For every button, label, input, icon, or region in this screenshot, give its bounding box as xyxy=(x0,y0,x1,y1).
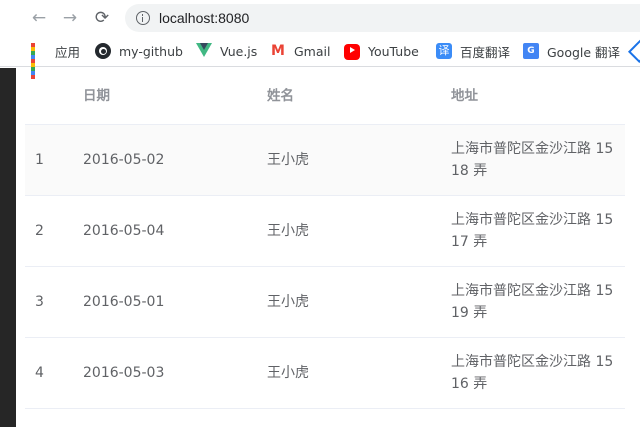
bookmarks-bar: 应用 my-github Vue.js M Gmail YouTube 译 百度… xyxy=(0,36,640,79)
cell-date: 2016-05-02 xyxy=(83,152,165,168)
url-text[interactable]: localhost:8080 xyxy=(159,4,249,32)
cell-index: 2 xyxy=(35,223,44,239)
bookmark-my-github[interactable]: my-github xyxy=(95,41,183,61)
bookmark-apps[interactable]: 应用 xyxy=(31,41,81,79)
browser-toolbar: ← → ⟳ localhost:8080 xyxy=(0,0,640,36)
back-arrow-icon[interactable]: ← xyxy=(27,6,51,30)
table-header-row: 日期 姓名 地址 xyxy=(25,68,625,125)
google-translate-icon: G xyxy=(523,43,539,59)
cell-index: 4 xyxy=(35,365,44,381)
bookmark-label: 应用 xyxy=(55,44,81,60)
info-icon[interactable] xyxy=(136,11,150,25)
bookmark-youtube[interactable]: YouTube xyxy=(344,41,419,61)
cell-address: 上海市普陀区金沙江路 1517 弄 xyxy=(451,212,614,250)
header-address: 地址 xyxy=(451,88,478,104)
bookmark-label: Vue.js xyxy=(220,43,258,59)
header-name: 姓名 xyxy=(267,88,294,104)
cell-name: 王小虎 xyxy=(267,223,309,239)
bookmark-label: YouTube xyxy=(368,43,419,59)
cell-address: 上海市普陀区金沙江路 1519 弄 xyxy=(451,283,614,321)
youtube-icon xyxy=(344,44,360,60)
cell-index: 1 xyxy=(35,152,44,168)
bookmark-label: 百度翻译 xyxy=(460,44,511,60)
bookmark-label: my-github xyxy=(119,43,183,59)
side-panel-edge xyxy=(0,68,16,427)
bookmark-label: Google 翻译 xyxy=(547,44,621,60)
cell-name: 王小虎 xyxy=(267,365,309,381)
baidu-translate-icon: 译 xyxy=(436,43,452,59)
bookmark-gmail[interactable]: M Gmail xyxy=(270,41,330,61)
reload-icon[interactable]: ⟳ xyxy=(90,6,114,30)
table-row[interactable]: 2 2016-05-04 王小虎 上海市普陀区金沙江路 1517 弄 xyxy=(25,196,625,267)
bookmark-google-translate[interactable]: G Google 翻译 xyxy=(523,41,620,61)
address-bar[interactable]: localhost:8080 xyxy=(125,4,640,32)
cell-address: 上海市普陀区金沙江路 1518 弄 xyxy=(451,141,614,179)
bookmark-label: Gmail xyxy=(294,43,331,59)
header-date: 日期 xyxy=(83,88,110,104)
data-table: 日期 姓名 地址 1 2016-05-02 王小虎 上海市普陀区金沙江路 151… xyxy=(25,68,625,409)
bookmark-baidu-translate[interactable]: 译 百度翻译 xyxy=(436,41,510,61)
cell-address: 上海市普陀区金沙江路 1516 弄 xyxy=(451,354,614,392)
cell-name: 王小虎 xyxy=(267,294,309,310)
gmail-icon: M xyxy=(271,43,285,59)
forward-arrow-icon[interactable]: → xyxy=(58,6,82,30)
cell-name: 王小虎 xyxy=(267,152,309,168)
cell-date: 2016-05-04 xyxy=(83,223,165,239)
bookmark-vuejs[interactable]: Vue.js xyxy=(196,41,257,61)
header-index xyxy=(35,68,75,124)
cell-index: 3 xyxy=(35,294,44,310)
table-row[interactable]: 3 2016-05-01 王小虎 上海市普陀区金沙江路 1519 弄 xyxy=(25,267,625,338)
vue-icon xyxy=(196,43,212,59)
cell-date: 2016-05-03 xyxy=(83,365,165,381)
table-row[interactable]: 4 2016-05-03 王小虎 上海市普陀区金沙江路 1516 弄 xyxy=(25,338,625,409)
apps-grid-icon xyxy=(31,43,47,79)
cell-date: 2016-05-01 xyxy=(83,294,165,310)
github-icon xyxy=(95,43,111,59)
table-row[interactable]: 1 2016-05-02 王小虎 上海市普陀区金沙江路 1518 弄 xyxy=(25,125,625,196)
